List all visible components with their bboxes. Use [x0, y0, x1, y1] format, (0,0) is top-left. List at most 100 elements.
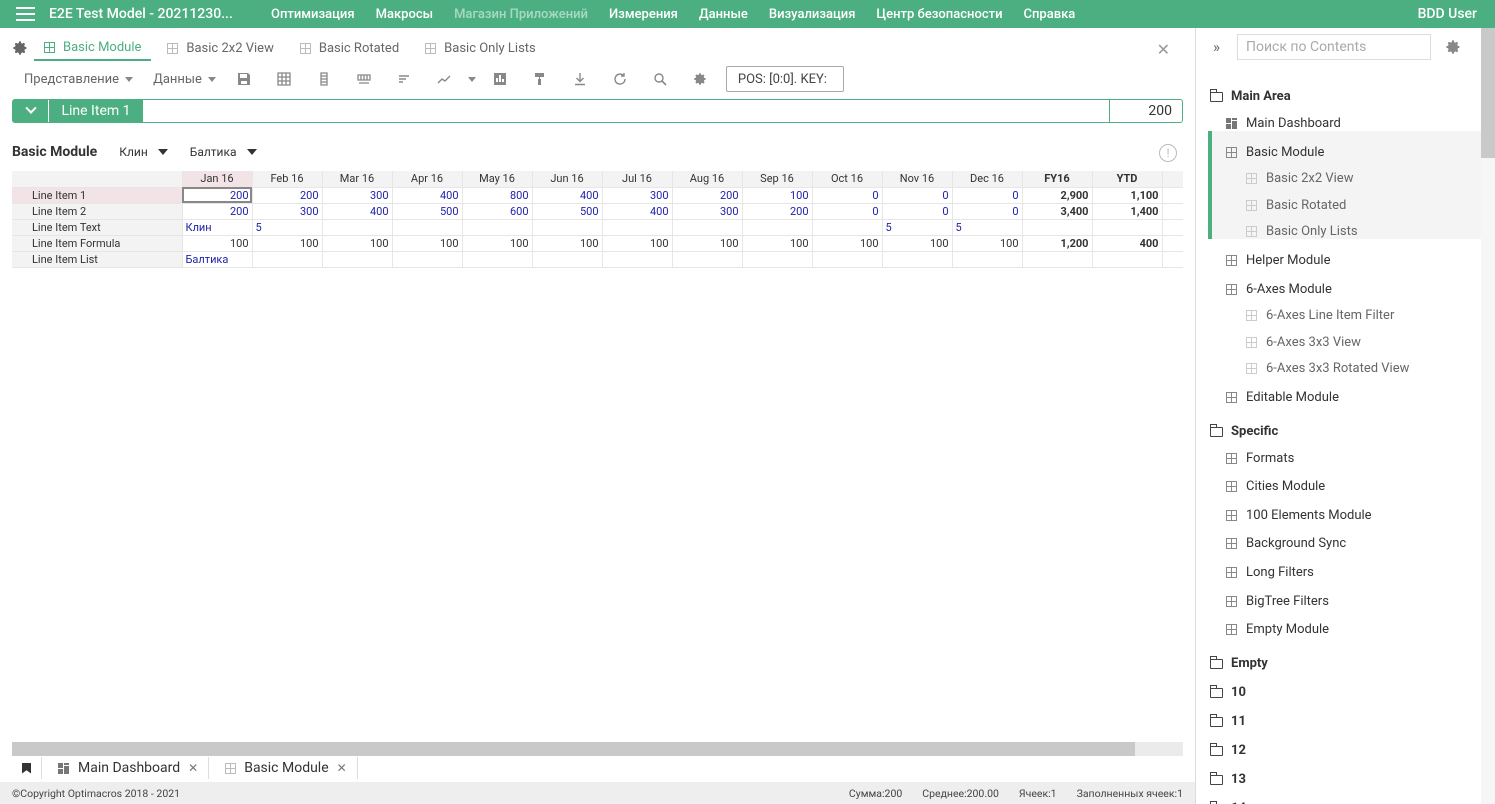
- grid-cell[interactable]: 1,100: [1092, 187, 1163, 204]
- grid-cell[interactable]: 200: [742, 203, 813, 220]
- column-header[interactable]: Jul 16: [602, 171, 673, 188]
- grid-cell[interactable]: 200: [672, 187, 743, 204]
- grid-cell[interactable]: 100: [532, 235, 603, 252]
- data-dropdown[interactable]: Данные: [153, 72, 216, 87]
- gear-icon[interactable]: [1445, 39, 1461, 55]
- grid-cell[interactable]: 0: [952, 203, 1023, 220]
- sidebar-item-12[interactable]: 12: [1209, 742, 1246, 758]
- refresh-icon[interactable]: [600, 67, 640, 91]
- menu-item-data[interactable]: Данные: [699, 7, 748, 22]
- grid-cell[interactable]: 100: [952, 235, 1023, 252]
- bottom-tab-basic-module[interactable]: Basic Module ✕: [209, 757, 358, 779]
- grid-cell[interactable]: 100: [462, 235, 533, 252]
- download-icon[interactable]: [560, 67, 600, 91]
- column-header[interactable]: Jan 16: [182, 171, 253, 188]
- grid-cell[interactable]: 100: [882, 235, 953, 252]
- tab-basic-rotated[interactable]: Basic Rotated: [290, 35, 409, 61]
- menu-item-help[interactable]: Справка: [1024, 7, 1076, 22]
- sidebar-item-6-axes-line-item-filter[interactable]: 6-Axes Line Item Filter: [1246, 308, 1394, 323]
- grid-cell[interactable]: [1022, 219, 1093, 236]
- grid-cell[interactable]: 400: [392, 187, 463, 204]
- sidebar-item-10[interactable]: 10: [1209, 684, 1246, 700]
- grid-cell[interactable]: 100: [182, 235, 253, 252]
- filter-brand[interactable]: Балтика: [190, 145, 257, 159]
- grid-cell[interactable]: [952, 251, 1023, 268]
- bottom-tab-main-dashboard[interactable]: Main Dashboard ✕: [42, 757, 210, 779]
- grid-cell[interactable]: [392, 251, 463, 268]
- menu-item-visualization[interactable]: Визуализация: [769, 7, 856, 22]
- grid-cell[interactable]: [322, 251, 393, 268]
- row-header[interactable]: Line Item 2: [12, 203, 183, 220]
- sidebar-item-11[interactable]: 11: [1209, 713, 1246, 729]
- grid-cell[interactable]: [882, 251, 953, 268]
- grid-cell[interactable]: 600: [462, 203, 533, 220]
- grid-cell[interactable]: [532, 251, 603, 268]
- sidebar-item-formats[interactable]: Formats: [1226, 451, 1294, 466]
- scrollbar-thumb[interactable]: [1481, 28, 1495, 158]
- grid-cell[interactable]: [1022, 251, 1093, 268]
- row-header[interactable]: Line Item 1: [12, 187, 183, 204]
- grid-cell[interactable]: 200: [252, 187, 323, 204]
- gear-icon[interactable]: [12, 40, 28, 56]
- info-icon[interactable]: !: [1159, 144, 1177, 162]
- grid-cell[interactable]: [672, 251, 743, 268]
- vertical-scrollbar[interactable]: [1481, 28, 1495, 804]
- grid-cell[interactable]: 800: [462, 187, 533, 204]
- grid-cell[interactable]: 0: [812, 203, 883, 220]
- sidebar-item-empty-module[interactable]: Empty Module: [1226, 622, 1329, 637]
- grid-cell[interactable]: [742, 251, 813, 268]
- sidebar-item-6-axes-module[interactable]: 6-Axes Module: [1226, 282, 1332, 297]
- settings-icon[interactable]: [680, 67, 720, 91]
- close-icon[interactable]: ✕: [188, 761, 198, 775]
- grid-cell[interactable]: 200: [182, 187, 253, 204]
- grid-cell[interactable]: 300: [672, 203, 743, 220]
- close-icon[interactable]: ✕: [1157, 40, 1170, 59]
- close-icon[interactable]: ✕: [337, 761, 347, 775]
- model-title[interactable]: E2E Test Model - 20211230...: [49, 6, 257, 22]
- grid-cell[interactable]: 0: [812, 187, 883, 204]
- grid-cell[interactable]: [1092, 251, 1163, 268]
- column-header[interactable]: Nov 16: [882, 171, 953, 188]
- grid-cell[interactable]: 0: [952, 187, 1023, 204]
- sidebar-item-basic-module[interactable]: Basic Module: [1226, 145, 1324, 160]
- bar-chart-icon[interactable]: [480, 67, 520, 91]
- chevron-down-icon[interactable]: [13, 100, 49, 122]
- grid-cell[interactable]: 300: [252, 203, 323, 220]
- grid-cell[interactable]: [812, 251, 883, 268]
- sidebar-item-helper-module[interactable]: Helper Module: [1226, 253, 1330, 268]
- scrollbar-thumb[interactable]: [12, 742, 1135, 756]
- grid-cell[interactable]: 1,200: [1022, 235, 1093, 252]
- grid-cell[interactable]: 5: [952, 219, 1023, 236]
- grid-cell[interactable]: [252, 251, 323, 268]
- column-header[interactable]: Feb 16: [252, 171, 323, 188]
- sort-icon[interactable]: [384, 67, 424, 91]
- hamburger-menu-icon[interactable]: [16, 7, 35, 21]
- grid-cell[interactable]: 400: [532, 187, 603, 204]
- column-header[interactable]: Aug 16: [672, 171, 743, 188]
- horizontal-scrollbar[interactable]: [12, 742, 1183, 756]
- row-header[interactable]: Line Item List: [12, 251, 183, 268]
- sidebar-item-editable-module[interactable]: Editable Module: [1226, 390, 1339, 405]
- save-icon[interactable]: [224, 67, 264, 91]
- sidebar-item-100-elements-module[interactable]: 100 Elements Module: [1226, 508, 1372, 523]
- grid-cell[interactable]: [1092, 219, 1163, 236]
- search-input[interactable]: Поиск по Contents: [1237, 34, 1431, 60]
- grid-cell[interactable]: 5: [882, 219, 953, 236]
- grid-cell[interactable]: 400: [1092, 235, 1163, 252]
- column-header[interactable]: Jun 16: [532, 171, 603, 188]
- menu-item-security-center[interactable]: Центр безопасности: [876, 7, 1002, 22]
- grid-cell[interactable]: [742, 219, 813, 236]
- grid-cell[interactable]: [602, 251, 673, 268]
- double-chevron-right-icon[interactable]: »: [1213, 38, 1227, 56]
- formula-value[interactable]: 200: [1109, 100, 1182, 122]
- grid-cell[interactable]: Клин: [182, 219, 253, 236]
- grid-cell[interactable]: 100: [672, 235, 743, 252]
- sidebar-item-basic-only-lists[interactable]: Basic Only Lists: [1246, 224, 1358, 239]
- grid-cell[interactable]: 200: [182, 203, 253, 220]
- column-header[interactable]: FY16: [1022, 171, 1093, 188]
- column-header[interactable]: Sep 16: [742, 171, 813, 188]
- filter-city[interactable]: Клин: [119, 145, 168, 159]
- grid-cell[interactable]: 500: [392, 203, 463, 220]
- grid-cell[interactable]: 0: [882, 187, 953, 204]
- grid-cell[interactable]: 500: [532, 203, 603, 220]
